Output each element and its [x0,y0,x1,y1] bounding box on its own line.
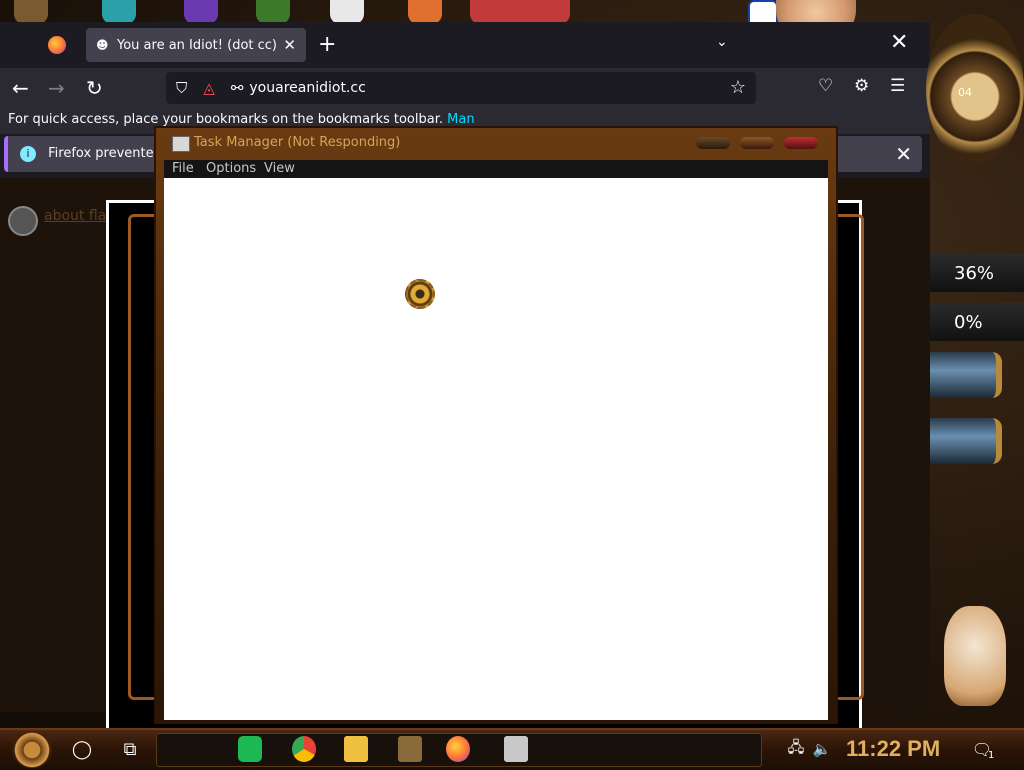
pocket-icon[interactable]: ♡ [818,76,833,96]
drive-tube-gadget [930,352,1002,398]
steampunk-clock-gadget[interactable] [926,14,1024,164]
new-tab-button[interactable]: + [318,32,336,57]
maximize-button[interactable] [740,137,774,149]
back-button[interactable]: ← [12,76,29,100]
bookmarks-hint: For quick access, place your bookmarks o… [8,112,443,127]
menu-options[interactable]: Options [206,161,256,176]
permission-icon[interactable]: ◬ [203,79,215,97]
file-explorer-icon[interactable] [344,736,368,762]
extensions-icon[interactable]: ⚙ [854,76,869,96]
clock-date: 04 [958,86,972,99]
volume-muted-icon[interactable]: 🔈 [810,736,834,762]
tab-title: You are an Idiot! (dot cc) [117,37,277,53]
list-all-tabs-button[interactable]: ⌄ [716,34,728,50]
app-icon-red[interactable] [470,0,570,24]
window-close-button[interactable]: ✕ [890,30,908,55]
bookmark-star-icon[interactable]: ☆ [730,77,746,98]
task-manager-app-icon [172,136,190,152]
chrome-icon[interactable] [292,736,316,762]
swf-file-icon[interactable] [330,0,364,24]
ram-percent: 0% [954,312,983,333]
tab-close-icon[interactable]: ✕ [283,36,296,54]
page-info-icon[interactable]: ⚯ [231,79,244,97]
task-manager-titlebar[interactable]: Task Manager (Not Responding) [156,128,836,158]
task-manager-body [164,178,828,720]
tab-bar: ☻ You are an Idiot! (dot cc) ✕ + ⌄ ✕ [0,22,930,68]
speaker-icon [8,206,38,236]
network-icon[interactable]: 🖧 [784,736,808,762]
url-text[interactable]: youareanidiot.cc [249,80,365,96]
tab-active[interactable]: ☻ You are an Idiot! (dot cc) ✕ [86,28,306,62]
url-bar[interactable]: ⛉ ◬ ⚯ youareanidiot.cc ☆ [166,72,756,104]
smiley-favicon-icon: ☻ [96,37,109,52]
menu-view[interactable]: View [264,161,295,176]
search-circle-icon[interactable]: ◯ [70,736,94,762]
chat-app-icon[interactable] [238,736,262,762]
task-manager-taskbar-icon[interactable] [504,736,528,762]
menu-file[interactable]: File [172,161,194,176]
task-view-icon[interactable]: ⧉ [118,736,142,762]
cpu-percent: 36% [954,263,995,284]
shield-icon[interactable]: ⛉ [176,79,187,97]
app-menu-icon[interactable]: ☰ [890,76,905,96]
app-icon-teal[interactable] [102,0,136,24]
steampunk-gadget-icon[interactable] [14,0,48,24]
app-icon-orange[interactable] [408,0,442,24]
start-button[interactable] [12,732,52,768]
app-icon-purple[interactable] [184,0,218,24]
info-icon: i [20,146,36,162]
taskbar: ◯ ⧉ 🖧 🔈 11:22 PM 🗨 1 [0,728,1024,770]
firefox-taskbar-icon[interactable] [446,736,470,762]
clock-time[interactable]: 11:22 PM [846,736,940,762]
notification-count: 1 [988,750,995,761]
game-app-icon[interactable] [398,736,422,762]
manage-bookmarks-link[interactable]: Man [447,112,474,127]
task-manager-menubar: File Options View [164,160,828,178]
busy-gear-cursor-icon [405,279,435,309]
task-manager-title: Task Manager (Not Responding) [194,135,401,150]
close-button[interactable] [784,137,818,149]
forward-button[interactable]: → [48,76,65,100]
task-manager-window: Task Manager (Not Responding) File Optio… [156,128,836,722]
minimize-button[interactable] [696,137,730,149]
reload-button[interactable]: ↻ [86,76,103,100]
firefox-view-icon[interactable] [48,36,66,54]
navigation-toolbar: ← → ↻ ⛉ ◬ ⚯ youareanidiot.cc ☆ ♡ ⚙ ☰ [0,68,930,108]
notice-close-button[interactable]: ✕ [895,136,912,172]
hamster-mascot [944,606,1006,706]
drive-tube-gadget [930,418,1002,464]
app-icon-green[interactable] [256,0,290,24]
